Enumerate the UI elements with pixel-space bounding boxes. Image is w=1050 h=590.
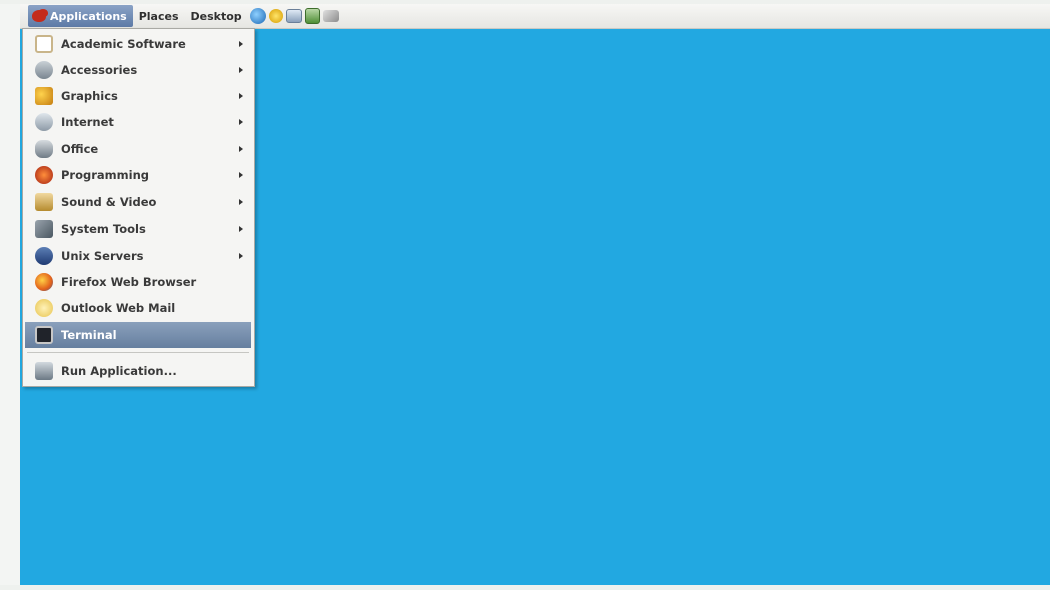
menu-item-label: Office [61, 142, 99, 156]
submenu-arrow-icon [239, 172, 243, 178]
menu-item-academic-software[interactable]: Academic Software [25, 31, 251, 57]
window-bottom-border [0, 585, 1050, 590]
menu-item-label: Outlook Web Mail [61, 301, 176, 315]
submenu-arrow-icon [239, 146, 243, 152]
academic-icon [35, 35, 53, 53]
menu-item-sound-video[interactable]: Sound & Video [25, 189, 251, 215]
firefox-icon [35, 273, 53, 291]
menu-separator [27, 352, 249, 353]
applications-dropdown-menu: Academic Software Accessories Graphics I… [22, 28, 255, 387]
menu-item-accessories[interactable]: Accessories [25, 57, 251, 83]
menu-item-label: Run Application... [61, 364, 177, 378]
desktop-menu[interactable]: Desktop [185, 10, 248, 23]
menu-item-label: Graphics [61, 89, 118, 103]
outlook-icon [35, 299, 53, 317]
menu-item-firefox[interactable]: Firefox Web Browser [25, 269, 251, 295]
unix-servers-icon [35, 247, 53, 265]
submenu-arrow-icon [239, 67, 243, 73]
menu-item-unix-servers[interactable]: Unix Servers [25, 243, 251, 269]
accessories-icon [35, 61, 53, 79]
menu-item-run-application[interactable]: Run Application... [25, 358, 251, 384]
foot-logo-icon [32, 10, 46, 22]
shield-icon[interactable] [304, 8, 320, 24]
applications-label: Applications [50, 9, 127, 23]
programming-icon [35, 166, 53, 184]
places-menu[interactable]: Places [133, 10, 185, 23]
menu-item-terminal[interactable]: Terminal [25, 322, 251, 348]
submenu-arrow-icon [239, 41, 243, 47]
menu-item-outlook-web-mail[interactable]: Outlook Web Mail [25, 295, 251, 321]
menu-item-label: Internet [61, 115, 114, 129]
internet-icon [35, 113, 53, 131]
menu-item-internet[interactable]: Internet [25, 109, 251, 135]
mail-icon[interactable] [285, 9, 302, 23]
menu-item-label: System Tools [61, 222, 146, 236]
menu-item-programming[interactable]: Programming [25, 162, 251, 188]
submenu-arrow-icon [239, 253, 243, 259]
menu-item-label: Academic Software [61, 37, 186, 51]
office-icon [35, 140, 53, 158]
top-panel: Applications Places Desktop [20, 4, 1050, 29]
graphics-icon [35, 87, 53, 105]
menu-item-label: Firefox Web Browser [61, 275, 197, 289]
pen-icon[interactable] [322, 10, 339, 22]
system-tools-icon [35, 220, 53, 238]
terminal-icon [35, 326, 53, 344]
applications-menu-button[interactable]: Applications [28, 5, 133, 27]
menu-item-label: Terminal [61, 328, 117, 342]
star-icon[interactable] [268, 9, 283, 23]
menu-item-graphics[interactable]: Graphics [25, 83, 251, 109]
submenu-arrow-icon [239, 93, 243, 99]
run-icon [35, 362, 53, 380]
menu-item-system-tools[interactable]: System Tools [25, 216, 251, 242]
submenu-arrow-icon [239, 226, 243, 232]
menu-item-label: Accessories [61, 63, 138, 77]
sound-video-icon [35, 193, 53, 211]
menu-item-label: Unix Servers [61, 249, 144, 263]
submenu-arrow-icon [239, 119, 243, 125]
menu-item-label: Programming [61, 168, 149, 182]
launcher-group [249, 8, 339, 24]
menu-item-label: Sound & Video [61, 195, 157, 209]
globe-icon[interactable] [249, 8, 266, 24]
submenu-arrow-icon [239, 199, 243, 205]
menu-item-office[interactable]: Office [25, 136, 251, 162]
